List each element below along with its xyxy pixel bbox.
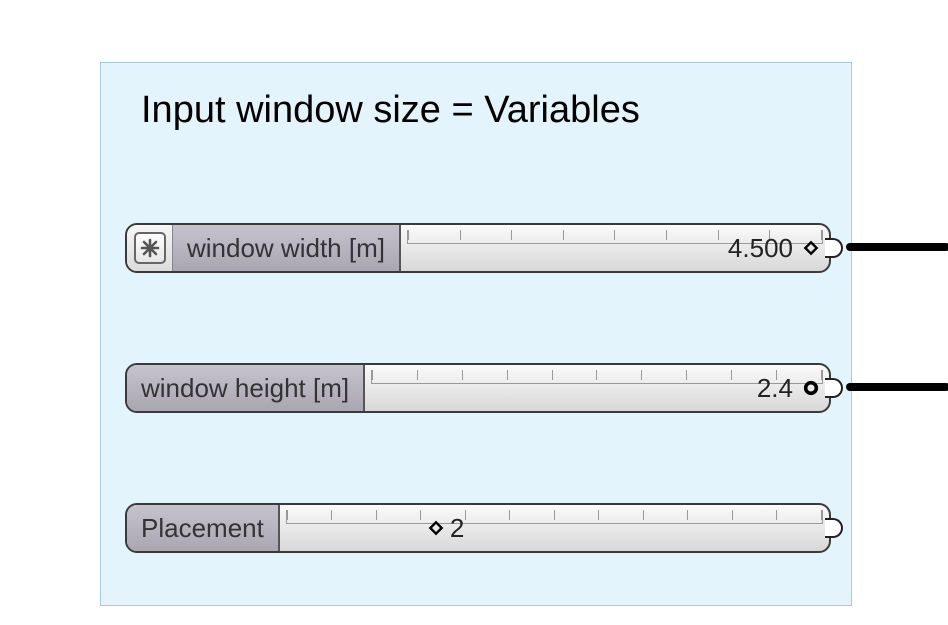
slider-label: window width [m]	[173, 225, 401, 271]
slider-window-height[interactable]: window height [m] 2.4	[125, 363, 831, 413]
slider-handle-ring-icon[interactable]	[803, 380, 819, 396]
group-title: Input window size = Variables	[141, 89, 640, 132]
slider-value: 4.500	[728, 233, 793, 264]
asterisk-icon	[134, 232, 166, 264]
slider-label: Placement	[127, 505, 280, 551]
connection-wire	[846, 243, 948, 251]
expression-icon[interactable]	[127, 225, 173, 271]
slider-value: 2	[450, 513, 464, 544]
output-port[interactable]	[825, 378, 843, 398]
slider-window-width[interactable]: window width [m] 4.500	[125, 223, 831, 273]
slider-handle-diamond-icon[interactable]	[803, 240, 819, 256]
connection-wire	[846, 383, 948, 391]
slider-track[interactable]: 4.500	[401, 225, 829, 271]
output-port[interactable]	[825, 238, 843, 258]
slider-placement[interactable]: Placement 2	[125, 503, 831, 553]
slider-track[interactable]: 2	[280, 505, 829, 551]
slider-track[interactable]: 2.4	[365, 365, 829, 411]
slider-value: 2.4	[757, 373, 793, 404]
slider-handle-diamond-icon[interactable]	[428, 520, 444, 536]
output-port[interactable]	[825, 518, 843, 538]
variables-group: Input window size = Variables window wid…	[100, 62, 852, 606]
slider-label: window height [m]	[127, 365, 365, 411]
